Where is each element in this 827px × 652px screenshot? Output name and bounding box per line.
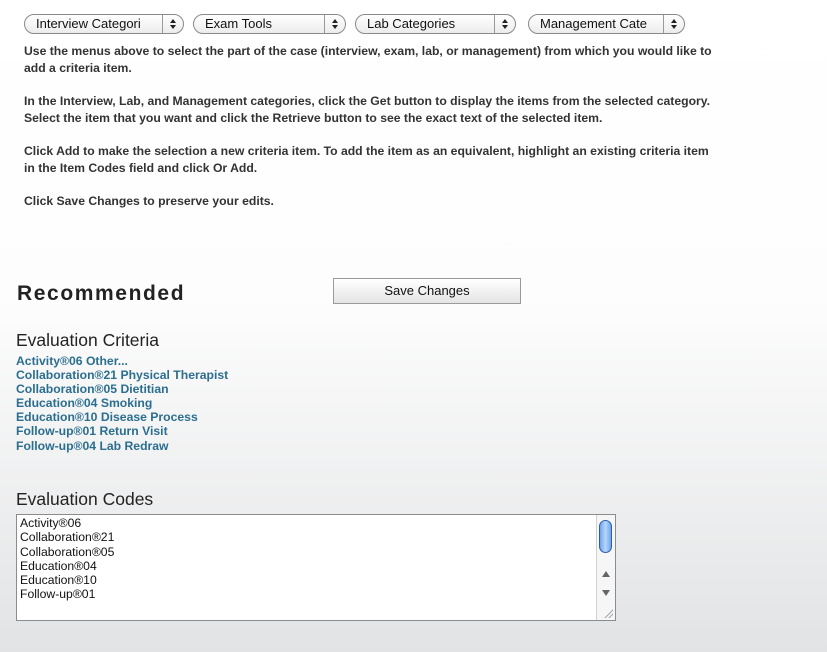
code-item[interactable]: Education®04: [20, 559, 114, 573]
criteria-item[interactable]: Follow-up®04 Lab Redraw: [16, 439, 228, 453]
instruction-line: Select the item that you want and click …: [24, 110, 603, 125]
instructions-paragraph-3: Click Add to make the selection a new cr…: [24, 143, 824, 176]
code-item[interactable]: Education®10: [20, 573, 114, 587]
scrollbar-thumb[interactable]: [599, 520, 612, 553]
criteria-item[interactable]: Education®04 Smoking: [16, 396, 228, 410]
exam-tools-select[interactable]: Exam Tools: [193, 14, 346, 34]
select-arrows-icon: [494, 15, 515, 33]
instruction-line: Use the menus above to select the part o…: [24, 44, 712, 58]
criteria-item[interactable]: Collaboration®21 Physical Therapist: [16, 368, 228, 382]
evaluation-codes-heading: Evaluation Codes: [16, 489, 154, 509]
resize-grip-icon[interactable]: [603, 608, 613, 618]
evaluation-codes-list: Activity®06 Collaboration®21 Collaborati…: [20, 516, 114, 602]
instruction-line: Click Save Changes to preserve your edit…: [24, 194, 274, 208]
interview-categories-value: Interview Categori: [36, 16, 141, 31]
evaluation-criteria-list: Activity®06 Other... Collaboration®21 Ph…: [16, 354, 228, 453]
criteria-item[interactable]: Education®10 Disease Process: [16, 410, 228, 424]
lab-categories-value: Lab Categories: [367, 16, 456, 31]
evaluation-codes-listbox[interactable]: Activity®06 Collaboration®21 Collaborati…: [16, 514, 616, 621]
instructions-paragraph-4: Click Save Changes to preserve your edit…: [24, 193, 824, 210]
criteria-item[interactable]: Collaboration®05 Dietitian: [16, 382, 228, 396]
instructions: Use the menus above to select the part o…: [24, 43, 824, 227]
interview-categories-select[interactable]: Interview Categori: [24, 14, 184, 34]
recommended-heading: Recommended: [17, 282, 186, 305]
instruction-line: add a criteria item.: [24, 60, 132, 75]
select-arrows-icon: [162, 15, 183, 33]
exam-tools-value: Exam Tools: [205, 16, 272, 31]
codes-scrollbar[interactable]: [596, 515, 615, 620]
management-categories-value: Management Cate: [540, 16, 647, 31]
instructions-paragraph-2: In the Interview, Lab, and Management ca…: [24, 93, 824, 126]
evaluation-criteria-heading: Evaluation Criteria: [16, 330, 159, 350]
code-item[interactable]: Collaboration®05: [20, 545, 114, 559]
code-item[interactable]: Collaboration®21: [20, 530, 114, 544]
criteria-item[interactable]: Activity®06 Other...: [16, 354, 228, 368]
criteria-item[interactable]: Follow-up®01 Return Visit: [16, 424, 228, 438]
instruction-line: Click Add to make the selection a new cr…: [24, 144, 709, 158]
code-item[interactable]: Activity®06: [20, 516, 114, 530]
management-categories-select[interactable]: Management Cate: [528, 14, 685, 34]
select-arrows-icon: [324, 15, 345, 33]
scroll-down-arrow-icon[interactable]: [601, 590, 610, 596]
instruction-line: in the Item Codes field and click Or Add…: [24, 160, 258, 175]
select-arrows-icon: [663, 15, 684, 33]
scroll-up-arrow-icon[interactable]: [601, 571, 610, 577]
code-item[interactable]: Follow-up®01: [20, 587, 114, 601]
instructions-paragraph-1: Use the menus above to select the part o…: [24, 43, 824, 76]
lab-categories-select[interactable]: Lab Categories: [355, 14, 516, 34]
instruction-line: In the Interview, Lab, and Management ca…: [24, 94, 711, 108]
save-changes-button[interactable]: Save Changes: [333, 278, 521, 304]
